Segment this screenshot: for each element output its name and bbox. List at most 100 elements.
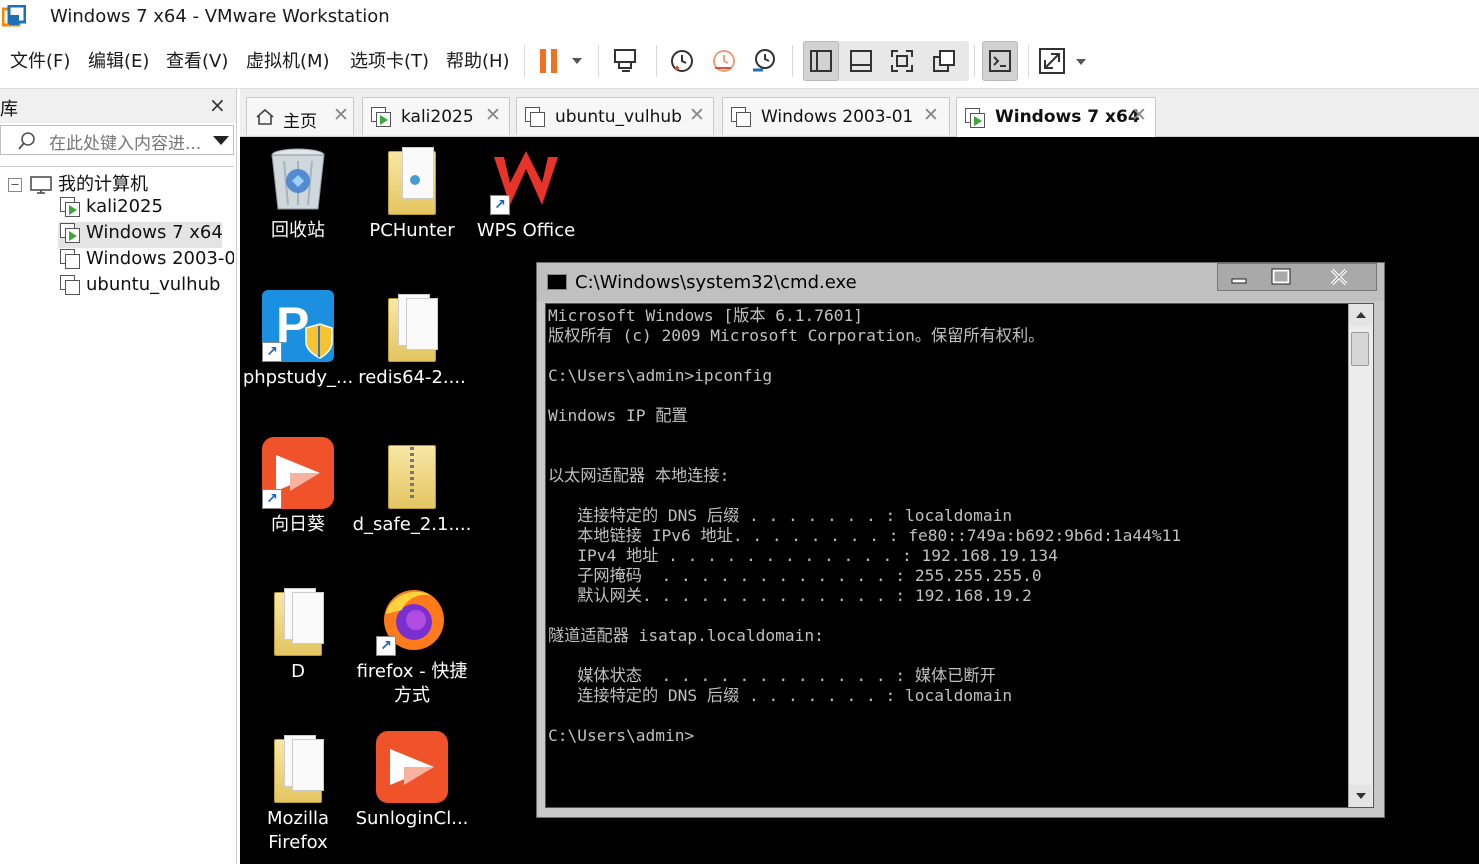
toolbar-divider (792, 45, 793, 77)
library-view-button[interactable] (803, 43, 839, 79)
recycle-bin-icon (262, 143, 334, 215)
cmd-window[interactable]: C:\Windows\system32\cmd.exe Microsoft Wi… (536, 262, 1385, 818)
folder-icon (262, 584, 334, 656)
tree-item-ubuntu-vulhub[interactable]: ubuntu_vulhub (60, 274, 232, 300)
desktop-icon-phpstudy[interactable]: P ↗ phpstudy_... (240, 290, 358, 390)
window-title: Windows 7 x64 - VMware Workstation (50, 6, 390, 27)
search-dropdown-icon[interactable] (213, 136, 229, 145)
cmd-close-button[interactable] (1302, 264, 1376, 290)
desktop-icon-sunlogin-client[interactable]: SunloginCl... (352, 731, 472, 831)
cmd-console[interactable]: Microsoft Windows [版本 6.1.7601] 版权所有 (c)… (545, 303, 1374, 808)
folder-icon (262, 731, 334, 803)
vm-running-icon (60, 197, 80, 217)
tree-item-label: Windows 7 x64 (86, 222, 223, 243)
unity-icon (933, 50, 955, 72)
tab-close-button[interactable]: ✕ (689, 104, 705, 126)
snapshot-take-icon (671, 50, 693, 72)
library-view-icon (810, 50, 832, 72)
toolbar-divider (656, 45, 657, 77)
firefox-icon: ↗ (376, 584, 448, 656)
cmd-maximize-button[interactable] (1260, 264, 1302, 290)
menu-help[interactable]: 帮助(H) (446, 47, 510, 73)
vm-tree: − 我的计算机 kali2025 Windows 7 x64 Windows 20… (0, 166, 234, 865)
cmd-titlebar[interactable]: C:\Windows\system32\cmd.exe (537, 263, 1384, 301)
tab-close-button[interactable]: ✕ (333, 104, 349, 126)
desktop-icon-label: 向日葵 (271, 514, 325, 535)
desktop-icon-label: PCHunter (369, 220, 455, 241)
library-search-input[interactable]: 在此处键入内容进... (0, 125, 234, 155)
computer-icon (30, 176, 52, 194)
tree-item-windows7[interactable]: Windows 7 x64 (58, 222, 223, 248)
desktop-icon-pchunter[interactable]: PCHunter (352, 143, 472, 243)
tree-item-windows2003[interactable]: Windows 2003-0 (60, 248, 234, 274)
scroll-thumb[interactable] (1351, 332, 1369, 366)
desktop-icon-label-line2: 方式 (394, 685, 430, 706)
cmd-scrollbar[interactable] (1348, 304, 1373, 807)
fullscreen-button[interactable] (884, 43, 920, 79)
folder-icon (376, 143, 448, 215)
take-snapshot-button[interactable] (664, 43, 700, 79)
tab-close-button[interactable]: ✕ (923, 104, 939, 126)
collapse-toggle-icon[interactable]: − (8, 178, 22, 192)
tab-close-button[interactable]: ✕ (1131, 104, 1147, 126)
desktop-icon-d[interactable]: D (240, 584, 358, 684)
menu-tabs[interactable]: 选项卡(T) (350, 47, 429, 73)
tree-item-kali2025[interactable]: kali2025 (60, 196, 220, 222)
menu-vm[interactable]: 虚拟机(M) (246, 47, 330, 73)
vm-running-icon (60, 223, 80, 243)
tree-root-my-computer[interactable]: − 我的计算机 (8, 170, 148, 196)
desktop-icon-label: Mozilla (266, 808, 330, 829)
tab-label: Windows 7 x64 (995, 107, 1140, 127)
desktop-icon-redis[interactable]: redis64-2.... (352, 290, 472, 390)
tab-close-button[interactable]: ✕ (485, 104, 501, 126)
tab-ubuntu-vulhub[interactable]: ubuntu_vulhub ✕ (516, 97, 714, 135)
scroll-up-button[interactable] (1349, 304, 1372, 326)
desktop-icon-label: D (291, 661, 305, 682)
search-icon (18, 132, 35, 150)
pause-icon (540, 49, 582, 73)
tab-label: ubuntu_vulhub (555, 107, 682, 127)
send-ctrl-alt-del-button[interactable] (608, 43, 644, 79)
shortcut-arrow-icon: ↗ (262, 342, 282, 362)
menu-edit[interactable]: 编辑(E) (88, 47, 149, 73)
snapshot-manager-button[interactable] (746, 43, 782, 79)
vm-icon (731, 107, 751, 127)
desktop-icon-mozilla-firefox[interactable]: Mozilla Firefox (240, 731, 358, 855)
scroll-down-button[interactable] (1349, 785, 1372, 807)
desktop-icon-d-safe[interactable]: d_safe_2.1.... (352, 437, 472, 537)
snapshot-manager-icon (753, 49, 775, 72)
tab-home[interactable]: 主页 ✕ (246, 97, 354, 135)
shortcut-arrow-icon: ↗ (490, 195, 510, 215)
unity-button[interactable] (926, 43, 962, 79)
shortcut-arrow-icon: ↗ (262, 489, 282, 509)
tab-windows2003[interactable]: Windows 2003-01 ✕ (722, 97, 950, 135)
tab-label: 主页 (283, 112, 317, 132)
cmd-minimize-button[interactable] (1218, 264, 1260, 290)
stretch-button[interactable] (1036, 43, 1092, 79)
desktop-icon-label: 回收站 (271, 220, 325, 241)
tab-windows7-active[interactable]: Windows 7 x64 ✕ (956, 97, 1156, 137)
vm-display[interactable]: 回收站 PCHunter ↗ WPS Office P ↗ phpstudy_.… (240, 137, 1479, 864)
tab-kali2025[interactable]: kali2025 ✕ (362, 97, 510, 135)
menu-view[interactable]: 查看(V) (166, 47, 228, 73)
console-view-button[interactable] (982, 43, 1018, 79)
desktop-icon-wps-office[interactable]: ↗ WPS Office (466, 143, 586, 243)
desktop-icon-label: redis64-2.... (358, 367, 466, 388)
tree-root-label: 我的计算机 (58, 174, 148, 195)
library-title: 库 (0, 99, 18, 120)
menu-file[interactable]: 文件(F) (10, 47, 70, 73)
desktop-icon-sunlogin[interactable]: ↗ 向日葵 (240, 437, 358, 537)
cmd-output: Microsoft Windows [版本 6.1.7601] 版权所有 (c)… (548, 306, 1182, 745)
desktop-icon-label: phpstudy_... (242, 367, 354, 388)
toolbar-divider (974, 45, 975, 77)
arrow-up-icon (1355, 312, 1366, 318)
pause-button[interactable] (536, 43, 588, 79)
stretch-icon (1039, 48, 1086, 74)
library-close-button[interactable]: × (209, 93, 226, 117)
revert-snapshot-button[interactable] (706, 43, 742, 79)
desktop-icon-firefox-shortcut[interactable]: ↗ firefox - 快捷 方式 (352, 584, 472, 708)
desktop-icon-recycle-bin[interactable]: 回收站 (240, 143, 358, 243)
snapshot-revert-icon (713, 50, 735, 72)
thumbnail-view-button[interactable] (843, 43, 879, 79)
fullscreen-icon (891, 50, 913, 72)
